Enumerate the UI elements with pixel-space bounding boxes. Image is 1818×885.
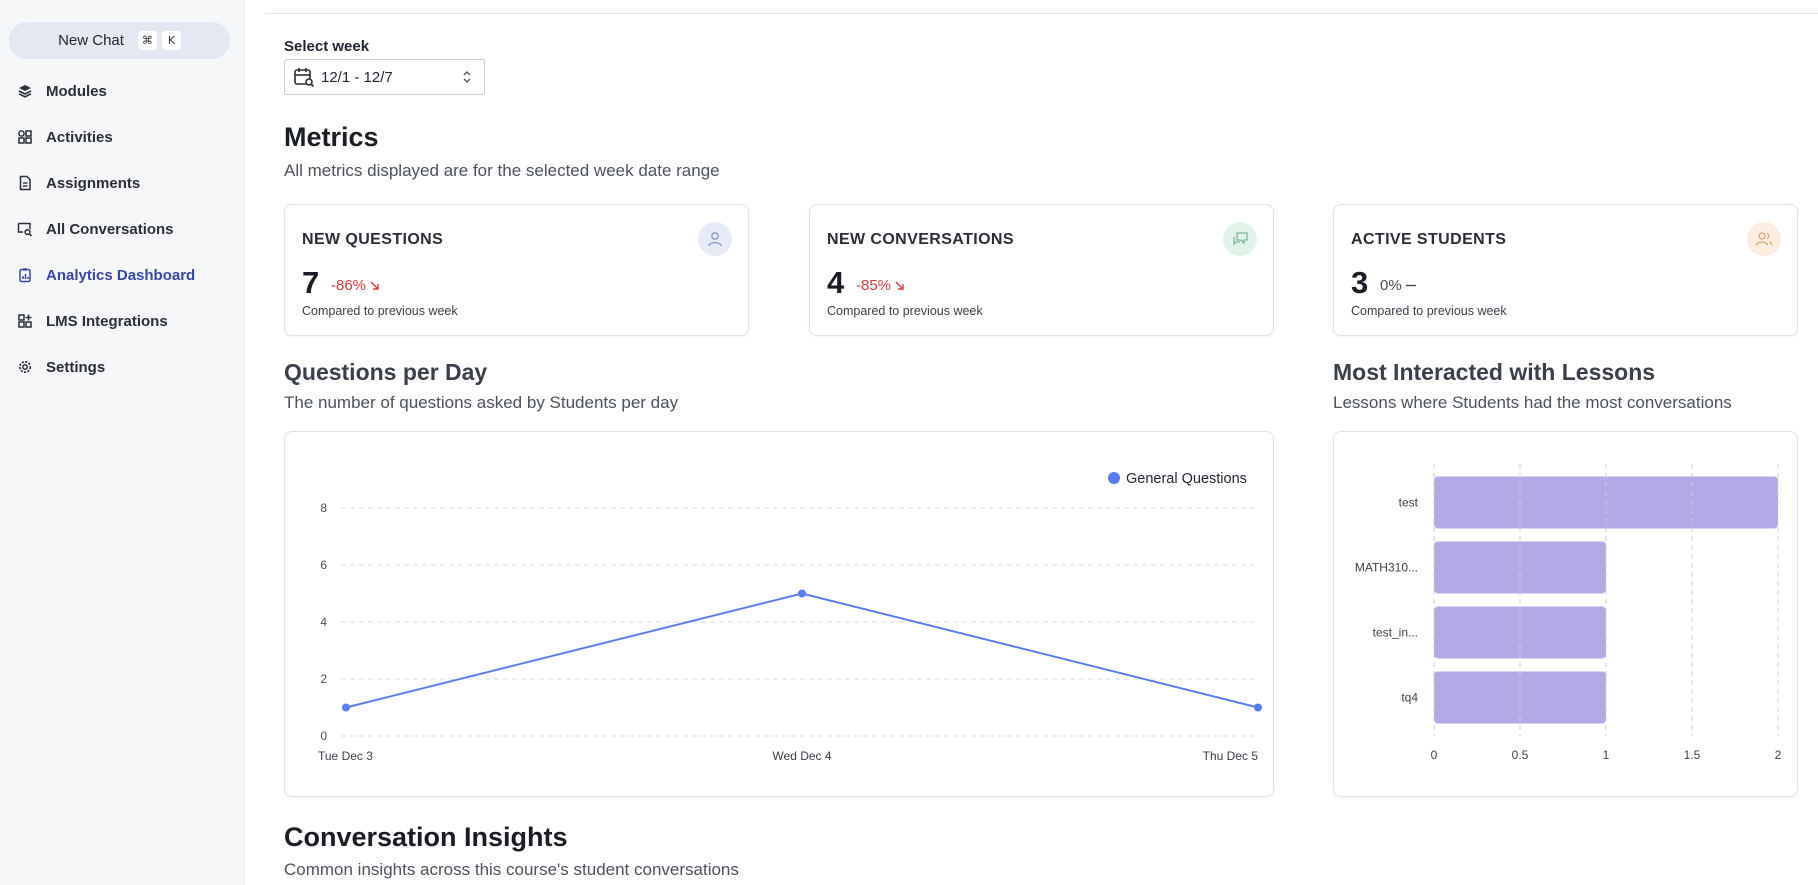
top-divider <box>265 13 1818 14</box>
sidebar-item-activities[interactable]: Activities <box>0 114 245 160</box>
metrics-title: Metrics <box>284 122 379 152</box>
y-tick-label: 4 <box>320 615 327 629</box>
category-label: test <box>1399 496 1419 510</box>
gear-icon <box>19 361 31 373</box>
y-tick-label: 6 <box>320 558 327 572</box>
lessons-title: Most Interacted with Lessons <box>1333 359 1656 385</box>
category-label: MATH310... <box>1355 561 1418 575</box>
sidebar-item-label: Assignments <box>46 174 141 192</box>
shapes-icon <box>18 130 32 144</box>
arrow-down-right-icon <box>895 281 904 290</box>
bar <box>1434 606 1606 659</box>
metric-card-active-students: ACTIVE STUDENTS 3 0% Compared to previou… <box>1333 204 1798 336</box>
metric-footer: Compared to previous week <box>302 304 458 318</box>
insights-subtitle: Common insights across this course's stu… <box>284 860 739 879</box>
command-key: ⌘ <box>137 31 157 50</box>
grid-plus-icon <box>18 314 32 328</box>
k-key: K <box>161 31 181 50</box>
metric-footer: Compared to previous week <box>1351 304 1507 318</box>
lessons-subtitle: Lessons where Students had the most conv… <box>1333 393 1732 412</box>
x-tick-label: Thu Dec 5 <box>1203 749 1259 763</box>
y-tick-label: 0 <box>320 729 327 743</box>
flat-trend-icon <box>1405 284 1416 287</box>
arrow-down-right-icon <box>370 281 379 290</box>
new-chat-label: New Chat <box>58 32 124 49</box>
week-select-label: Select week <box>284 38 370 55</box>
card-title: NEW CONVERSATIONS <box>827 231 1014 248</box>
questions-line-chart: 0 2 4 6 8 Tue Dec 3 Wed Dec 4 Thu Dec 5 General … <box>318 471 1262 763</box>
sidebar-item-label: All Conversations <box>46 220 174 238</box>
metric-change-value: -85% <box>856 277 892 294</box>
sidebar-item-settings[interactable]: Settings <box>0 344 245 390</box>
x-tick-label: 1 <box>1603 748 1610 762</box>
x-tick-label: 0 <box>1431 748 1438 762</box>
new-chat-button[interactable]: New Chat ⌘ K <box>9 22 230 59</box>
series-line <box>345 592 1259 709</box>
metric-change: 0% <box>1380 277 1417 294</box>
user-icon <box>698 222 732 256</box>
metric-value: 7 <box>302 265 320 300</box>
message-search-icon <box>17 222 33 237</box>
sidebar-item-label: Analytics Dashboard <box>46 266 196 284</box>
y-tick-label: 2 <box>320 672 327 686</box>
calendar-search-icon <box>294 68 315 88</box>
y-tick-label: 8 <box>320 501 327 515</box>
metric-card-new-questions: NEW QUESTIONS 7 -86% Compared to previou… <box>284 204 749 336</box>
metric-value: 4 <box>827 265 845 300</box>
sidebar-nav: Modules Activities Assignments All Conve… <box>0 68 245 390</box>
shortcut-hint: ⌘ K <box>137 31 181 50</box>
x-tick-label: 0.5 <box>1512 748 1529 762</box>
x-tick-label: 1.5 <box>1684 748 1701 762</box>
chat-bubbles-icon <box>1223 222 1257 256</box>
metric-change: -86% <box>331 277 380 294</box>
metric-change: -85% <box>856 277 905 294</box>
category-label: tq4 <box>1401 691 1418 705</box>
card-title: NEW QUESTIONS <box>302 231 444 248</box>
layers-icon <box>18 85 32 98</box>
sidebar-item-label: Activities <box>46 128 113 146</box>
legend-label: General Questions <box>1126 471 1247 487</box>
sidebar-item-lms-integrations[interactable]: LMS Integrations <box>0 298 245 344</box>
data-point <box>342 703 350 712</box>
x-tick-label: Tue Dec 3 <box>318 749 373 763</box>
chevron-up-down-icon <box>463 71 471 83</box>
bar <box>1434 671 1606 724</box>
questions-chart-panel: 0 2 4 6 8 Tue Dec 3 Wed Dec 4 Thu Dec 5 General … <box>284 431 1274 797</box>
data-point <box>798 589 806 598</box>
questions-per-day-subtitle: The number of questions asked by Student… <box>284 393 679 412</box>
users-icon <box>1747 222 1781 256</box>
insights-title: Conversation Insights <box>284 822 568 852</box>
questions-per-day-title: Questions per Day <box>284 359 488 385</box>
x-tick-label: 2 <box>1775 748 1782 762</box>
sidebar-item-modules[interactable]: Modules <box>0 68 245 114</box>
sidebar: New Chat ⌘ K Modules Activities Assignme… <box>0 0 245 885</box>
document-icon <box>19 175 31 191</box>
data-point <box>1254 703 1262 712</box>
legend-swatch <box>1108 472 1120 484</box>
category-label: test_in... <box>1373 626 1418 640</box>
sidebar-item-label: Modules <box>46 82 107 100</box>
week-select[interactable]: 12/1 - 12/7 <box>284 59 485 95</box>
lessons-bar-chart: test MATH310... test_in... tq4 0 0.5 1 1.5 2 <box>1355 464 1782 762</box>
metric-footer: Compared to previous week <box>827 304 983 318</box>
sidebar-item-analytics-dashboard[interactable]: Analytics Dashboard <box>0 252 245 298</box>
sidebar-item-label: LMS Integrations <box>46 312 168 330</box>
x-tick-label: Wed Dec 4 <box>772 749 831 763</box>
metric-value: 3 <box>1351 265 1369 300</box>
lessons-chart-panel: test MATH310... test_in... tq4 0 0.5 1 1.5 2 <box>1333 431 1798 797</box>
metric-card-new-conversations: NEW CONVERSATIONS 4 -85% Compared to pre… <box>809 204 1274 336</box>
sidebar-item-all-conversations[interactable]: All Conversations <box>0 206 245 252</box>
clipboard-chart-icon <box>19 268 31 283</box>
metrics-subtitle: All metrics displayed are for the select… <box>284 161 720 180</box>
metric-change-value: -86% <box>331 277 367 294</box>
card-title: ACTIVE STUDENTS <box>1351 231 1507 248</box>
sidebar-item-label: Settings <box>46 358 106 376</box>
sidebar-item-assignments[interactable]: Assignments <box>0 160 245 206</box>
week-select-value: 12/1 - 12/7 <box>321 68 393 86</box>
metric-change-value: 0% <box>1380 277 1402 294</box>
